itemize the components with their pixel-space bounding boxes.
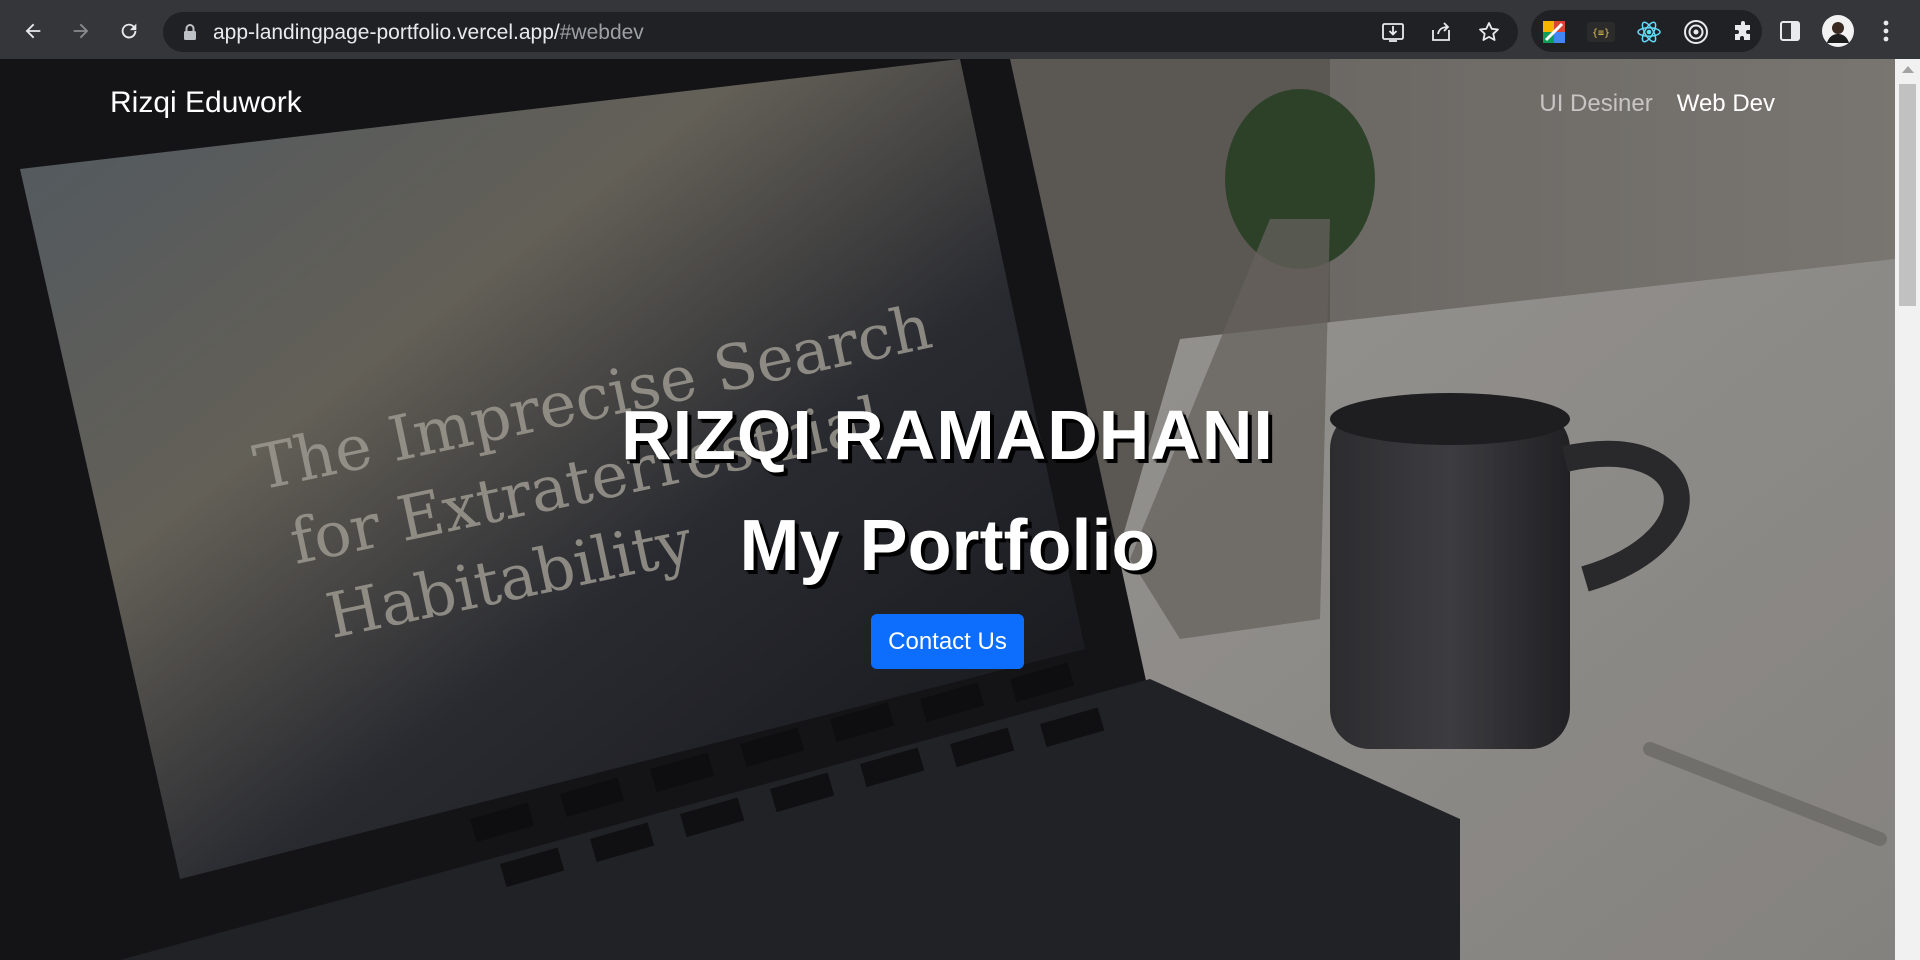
share-icon	[1432, 22, 1450, 41]
url-text[interactable]: app-landingpage-portfolio.vercel.app/#we…	[213, 21, 644, 45]
scroll-thumb[interactable]	[1899, 84, 1916, 306]
navbar-links: UI Desiner Web Dev	[1539, 90, 1775, 118]
side-panel-icon	[1780, 21, 1800, 41]
url-host: app-landingpage-portfolio.vercel.app/	[213, 21, 560, 44]
side-panel-button[interactable]	[1774, 15, 1806, 47]
puzzle-icon	[1735, 21, 1750, 40]
browser-toolbar: app-landingpage-portfolio.vercel.app/#we…	[0, 0, 1920, 59]
json-viewer-icon: {≡}	[1587, 22, 1615, 42]
hero-subtitle: My Portfolio	[739, 506, 1156, 586]
colorzilla-extension[interactable]	[1540, 18, 1568, 46]
react-devtools-extension[interactable]	[1635, 18, 1663, 46]
extensions-button[interactable]	[1729, 18, 1757, 46]
contact-us-button[interactable]: Contact Us	[871, 614, 1024, 669]
avatar	[1822, 15, 1854, 47]
share-button[interactable]	[1425, 18, 1457, 46]
extensions-group: {≡}	[1531, 10, 1762, 52]
kebab-menu-icon	[1883, 20, 1889, 42]
url-hash: #webdev	[559, 21, 644, 44]
nav-link-ui-designer[interactable]: UI Desiner	[1539, 90, 1652, 118]
react-devtools-icon	[1637, 21, 1661, 43]
address-bar[interactable]: app-landingpage-portfolio.vercel.app/#we…	[163, 12, 1518, 52]
star-icon	[1479, 22, 1499, 41]
json-viewer-extension[interactable]: {≡}	[1587, 18, 1615, 46]
arrow-right-icon	[73, 23, 89, 39]
svg-text:{≡}: {≡}	[1592, 28, 1610, 39]
scroll-up-arrow[interactable]	[1902, 66, 1914, 73]
arrow-left-icon	[25, 23, 41, 39]
install-app-icon	[1382, 23, 1404, 42]
hero-name: RIZQI RAMADHANI	[621, 396, 1274, 474]
target-icon	[1684, 20, 1708, 44]
bookmark-button[interactable]	[1473, 18, 1505, 46]
page-scrollbar[interactable]	[1895, 59, 1920, 960]
reload-button[interactable]	[111, 14, 147, 48]
reload-icon	[121, 23, 137, 39]
back-button[interactable]	[15, 14, 51, 48]
lock-icon	[184, 24, 196, 40]
target-extension[interactable]	[1682, 18, 1710, 46]
navbar-brand[interactable]: Rizqi Eduwork	[110, 86, 302, 120]
nav-link-web-dev[interactable]: Web Dev	[1677, 90, 1775, 118]
browser-menu-button[interactable]	[1870, 15, 1902, 47]
profile-button[interactable]	[1822, 15, 1854, 47]
colorzilla-icon	[1543, 21, 1565, 43]
forward-button[interactable]	[63, 14, 99, 48]
install-app-button[interactable]	[1377, 18, 1409, 46]
page-viewport: The Imprecise Search for Extraterrestria…	[0, 59, 1895, 960]
